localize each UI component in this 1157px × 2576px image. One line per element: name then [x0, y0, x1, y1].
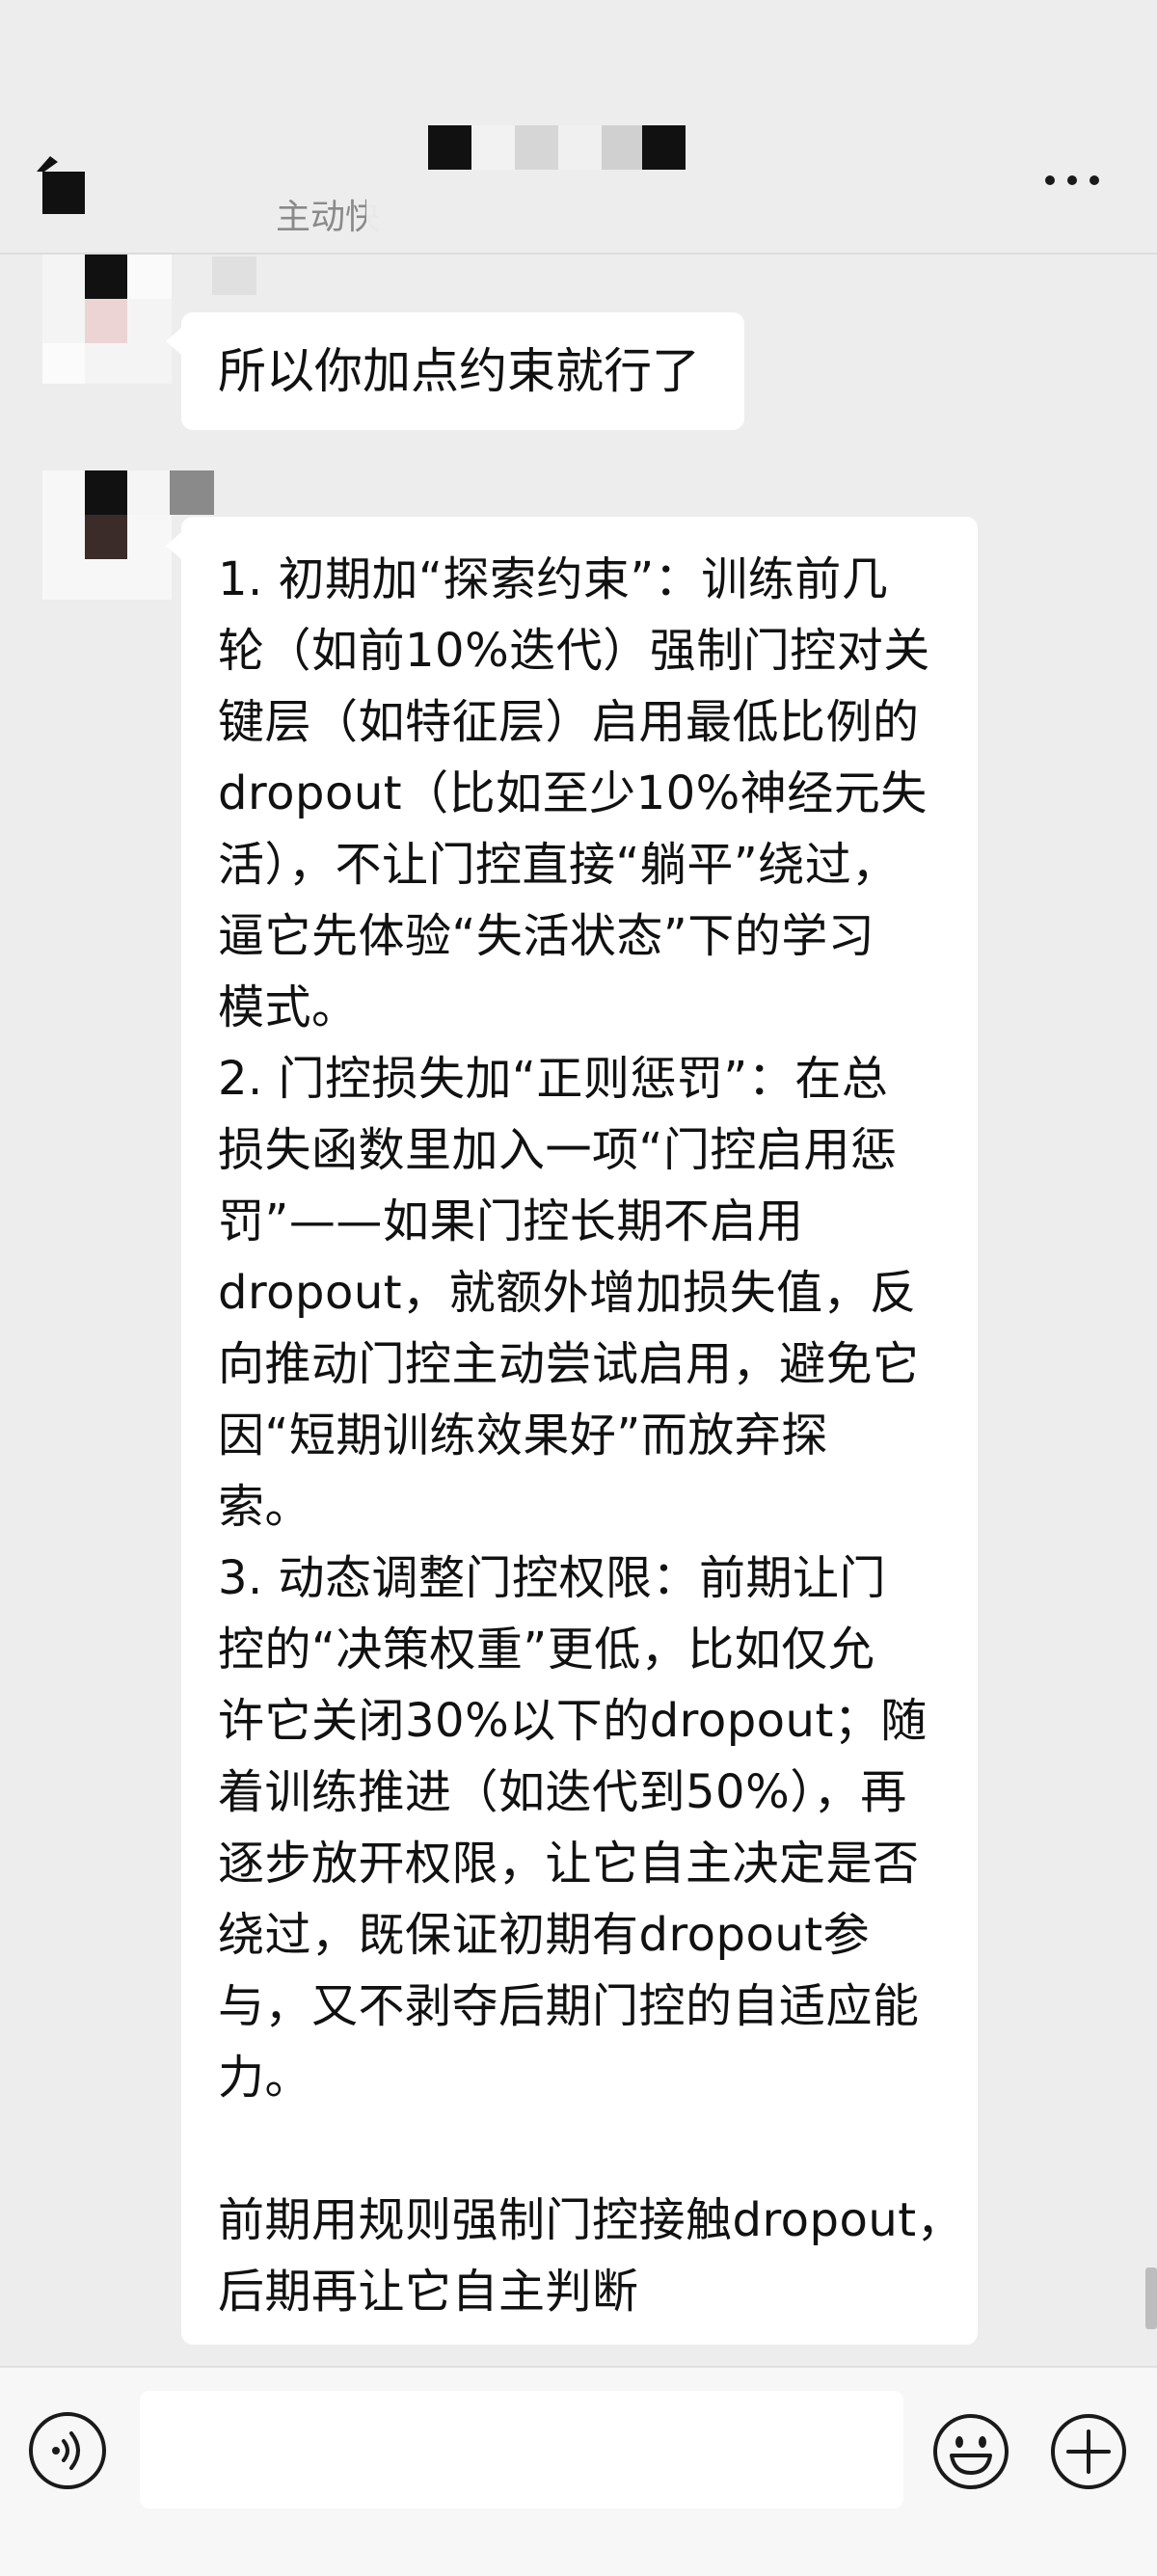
message-line: dropout，就额外增加损失值，反: [218, 1266, 917, 1320]
message-line: 力。: [218, 2051, 312, 2105]
message-line: 3. 动态调整门控权限：前期让门: [218, 1551, 887, 1605]
subtitle-redaction: [366, 183, 906, 237]
more-dots-icon[interactable]: [1045, 175, 1099, 187]
message-text: 1. 初期加“探索约束”：训练前几 轮（如前10%迭代）强制门控对关 键层（如特…: [218, 544, 964, 2327]
bubble-arrow: [166, 532, 181, 559]
message-input[interactable]: [140, 2391, 903, 2509]
message-line: dropout（比如至少10%神经元失: [218, 766, 928, 820]
voice-button[interactable]: [29, 2412, 106, 2489]
input-bar: [0, 2366, 1157, 2576]
message-line: 逐步放开权限，让它自主决定是否: [218, 1837, 920, 1891]
message-line: 1. 初期加“探索约束”：训练前几: [218, 552, 889, 606]
message-line: 损失函数里加入一项“门控启用惩: [218, 1123, 898, 1177]
message-text: 所以你加点约束就行了: [218, 343, 700, 399]
message-line: 着训练推进（如迭代到50%），再: [218, 1765, 907, 1819]
message-line: 罚”——如果门控长期不启用: [218, 1194, 804, 1248]
message-bubble[interactable]: 所以你加点约束就行了: [181, 312, 744, 430]
plus-icon[interactable]: [1049, 2412, 1128, 2491]
message-line: 活），不让门控直接“躺平”绕过，: [218, 838, 899, 892]
avatar[interactable]: [42, 470, 172, 600]
avatar[interactable]: [42, 255, 172, 384]
message-line: 许它关闭30%以下的dropout；随: [218, 1694, 928, 1748]
scrollbar-thumb[interactable]: [1145, 2267, 1157, 2329]
bubble-arrow: [166, 328, 181, 355]
chat-title-redacted: [428, 125, 686, 172]
message-line: 绕过，既保证初期有dropout参: [218, 1908, 871, 1962]
message-line: 后期再让它自主判断: [218, 2265, 639, 2319]
message-line: 向推动门控主动尝试启用，避免它: [218, 1337, 920, 1391]
chat-header: 主动快: [0, 0, 1157, 255]
message-line: 2. 门控损失加“正则惩罚”：在总: [218, 1052, 889, 1106]
back-arrow-icon[interactable]: [37, 156, 89, 216]
message-bubble[interactable]: 1. 初期加“探索约束”：训练前几 轮（如前10%迭代）强制门控对关 键层（如特…: [181, 517, 978, 2345]
voice-icon: [52, 2431, 80, 2470]
emoji-icon[interactable]: [931, 2412, 1010, 2491]
message-line: 键层（如特征层）启用最低比例的: [218, 695, 920, 749]
message-line: 逼它先体验“失活状态”下的学习: [218, 909, 875, 963]
message-line: 索。: [218, 1480, 312, 1534]
nickname-redacted: [170, 470, 214, 515]
message-line: [218, 2113, 951, 2185]
message-line: 控的“决策权重”更低，比如仅允: [218, 1623, 875, 1677]
message-line: 前期用规则强制门控接触dropout，: [218, 2193, 964, 2247]
message-line: 因“短期训练效果好”而放弃探: [218, 1409, 828, 1462]
message-line: 模式。: [218, 980, 359, 1034]
message-line: 与，又不剥夺后期门控的自适应能: [218, 1979, 920, 2033]
nickname-redacted: [212, 256, 256, 295]
message-line: 轮（如前10%迭代）强制门控对关: [218, 624, 930, 678]
